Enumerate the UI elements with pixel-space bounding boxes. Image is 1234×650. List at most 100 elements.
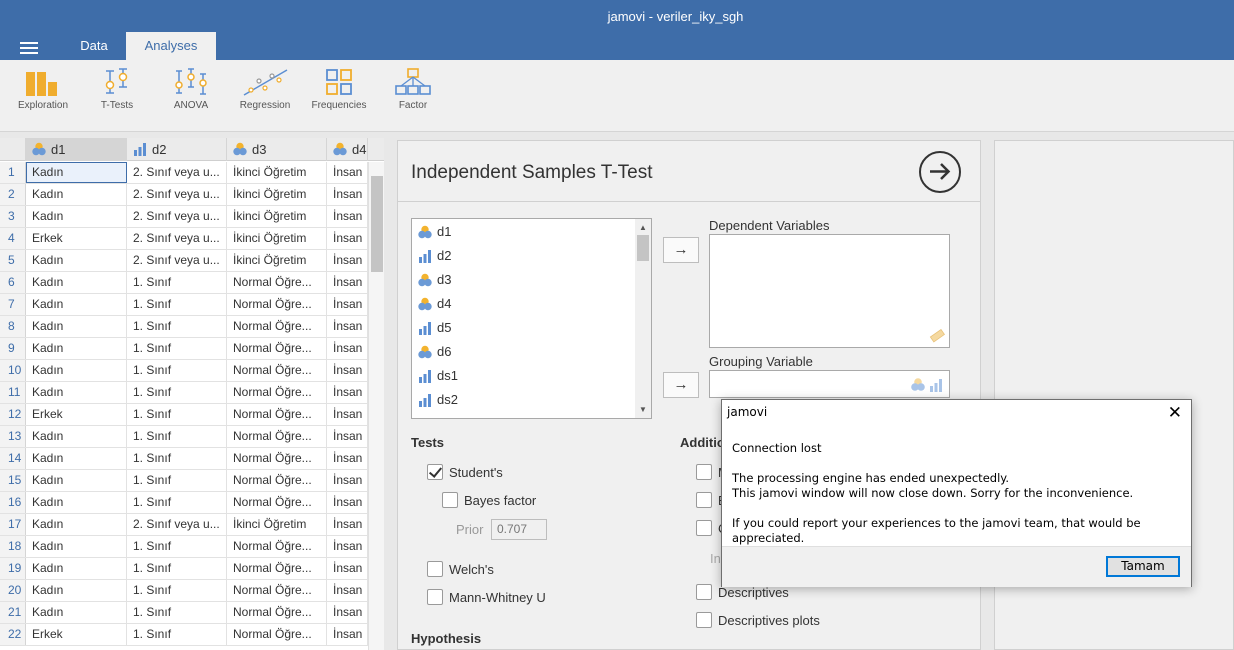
table-cell[interactable]: Normal Öğre... [227,404,327,425]
table-cell[interactable]: İnsan [327,272,368,293]
table-cell[interactable]: İnsan [327,448,368,469]
variable-list-item[interactable]: d3 [418,270,451,290]
regression-button[interactable]: Regression [238,68,292,128]
table-cell[interactable]: Kadın [26,360,127,381]
table-cell[interactable]: Kadın [26,536,127,557]
column-header-d3[interactable]: d3 [227,138,327,161]
table-cell[interactable]: 1. Sınıf [127,426,227,447]
row-number[interactable]: 20 [0,580,26,601]
row-number[interactable]: 3 [0,206,26,227]
table-cell[interactable]: Normal Öğre... [227,316,327,337]
variable-list-scrollbar[interactable]: ▲ ▼ [635,219,651,418]
descriptives-checkbox[interactable] [696,584,712,600]
table-cell[interactable]: İnsan [327,338,368,359]
variable-list-item[interactable]: d5 [418,318,451,338]
table-cell[interactable]: Kadın [26,514,127,535]
row-number[interactable]: 1 [0,162,26,183]
table-cell[interactable]: Normal Öğre... [227,602,327,623]
table-cell[interactable]: Erkek [26,404,127,425]
table-cell[interactable]: Normal Öğre... [227,382,327,403]
table-cell[interactable]: İnsan [327,426,368,447]
table-cell[interactable]: Kadın [26,580,127,601]
prior-input[interactable]: 0.707 [491,519,547,540]
ok-button[interactable]: Tamam [1106,556,1180,577]
table-cell[interactable]: 2. Sınıf veya u... [127,184,227,205]
anova-button[interactable]: ANOVA [170,68,212,128]
table-cell[interactable]: Erkek [26,228,127,249]
table-cell[interactable]: Normal Öğre... [227,558,327,579]
table-cell[interactable]: Erkek [26,624,127,645]
table-cell[interactable]: 1. Sınıf [127,382,227,403]
table-cell[interactable]: 2. Sınıf veya u... [127,228,227,249]
table-cell[interactable]: 2. Sınıf veya u... [127,162,227,183]
grouping-variable-box[interactable] [709,370,950,398]
table-cell[interactable]: Normal Öğre... [227,294,327,315]
bayes-factor-checkbox[interactable] [442,492,458,508]
exploration-button[interactable]: Exploration [14,68,72,128]
table-cell[interactable]: Normal Öğre... [227,492,327,513]
table-cell[interactable]: Kadın [26,382,127,403]
welchs-checkbox[interactable] [427,561,443,577]
additional-checkbox-1[interactable] [696,464,712,480]
table-cell[interactable]: İnsan [327,470,368,491]
table-cell[interactable]: Kadın [26,250,127,271]
table-cell[interactable]: İnsan [327,316,368,337]
table-cell[interactable]: İnsan [327,206,368,227]
table-cell[interactable]: İnsan [327,294,368,315]
table-cell[interactable]: İnsan [327,602,368,623]
factor-button[interactable]: Factor [393,68,433,128]
table-cell[interactable]: 1. Sınıf [127,338,227,359]
table-cell[interactable]: Normal Öğre... [227,448,327,469]
table-cell[interactable]: 1. Sınıf [127,404,227,425]
table-cell[interactable]: İkinci Öğretim [227,228,327,249]
variable-list[interactable]: d1 d2 d3 d4 d5 d6 ds1 ds2 ▲ ▼ [411,218,652,419]
variable-list-item[interactable]: ds2 [418,390,458,410]
row-number[interactable]: 14 [0,448,26,469]
table-cell[interactable]: Kadın [26,272,127,293]
table-cell[interactable]: İnsan [327,580,368,601]
table-cell[interactable]: 1. Sınıf [127,492,227,513]
table-cell[interactable]: Normal Öğre... [227,360,327,381]
table-cell[interactable]: 1. Sınıf [127,536,227,557]
table-cell[interactable]: İnsan [327,360,368,381]
table-cell[interactable]: 1. Sınıf [127,272,227,293]
row-number[interactable]: 13 [0,426,26,447]
table-cell[interactable]: İkinci Öğretim [227,206,327,227]
table-cell[interactable]: İnsan [327,228,368,249]
row-number[interactable]: 4 [0,228,26,249]
table-cell[interactable]: İnsan [327,624,368,645]
row-number[interactable]: 16 [0,492,26,513]
table-cell[interactable]: Kadın [26,294,127,315]
row-number[interactable]: 10 [0,360,26,381]
scrollbar-thumb[interactable] [371,176,383,272]
column-header-d4[interactable]: d4 [327,138,368,161]
table-cell[interactable]: İnsan [327,250,368,271]
row-number[interactable]: 18 [0,536,26,557]
table-cell[interactable]: Kadın [26,492,127,513]
table-cell[interactable]: İnsan [327,514,368,535]
table-cell[interactable]: İnsan [327,536,368,557]
row-number[interactable]: 15 [0,470,26,491]
table-cell[interactable]: 1. Sınıf [127,470,227,491]
ttests-button[interactable]: T-Tests [96,68,138,128]
row-number[interactable]: 5 [0,250,26,271]
students-checkbox[interactable] [427,464,443,480]
table-cell[interactable]: Kadın [26,448,127,469]
table-cell[interactable]: Normal Öğre... [227,580,327,601]
additional-checkbox-3[interactable] [696,520,712,536]
table-cell[interactable]: 1. Sınıf [127,316,227,337]
close-panel-icon[interactable] [919,151,961,193]
table-cell[interactable]: Kadın [26,338,127,359]
row-number[interactable]: 12 [0,404,26,425]
table-cell[interactable]: Normal Öğre... [227,624,327,645]
table-cell[interactable]: Kadın [26,184,127,205]
table-cell[interactable]: 1. Sınıf [127,624,227,645]
row-number[interactable]: 8 [0,316,26,337]
table-cell[interactable]: İkinci Öğretim [227,250,327,271]
mann-whitney-checkbox[interactable] [427,589,443,605]
table-cell[interactable]: İnsan [327,404,368,425]
table-cell[interactable]: Kadın [26,162,127,183]
table-cell[interactable]: 1. Sınıf [127,448,227,469]
table-cell[interactable]: 2. Sınıf veya u... [127,250,227,271]
row-number[interactable]: 2 [0,184,26,205]
